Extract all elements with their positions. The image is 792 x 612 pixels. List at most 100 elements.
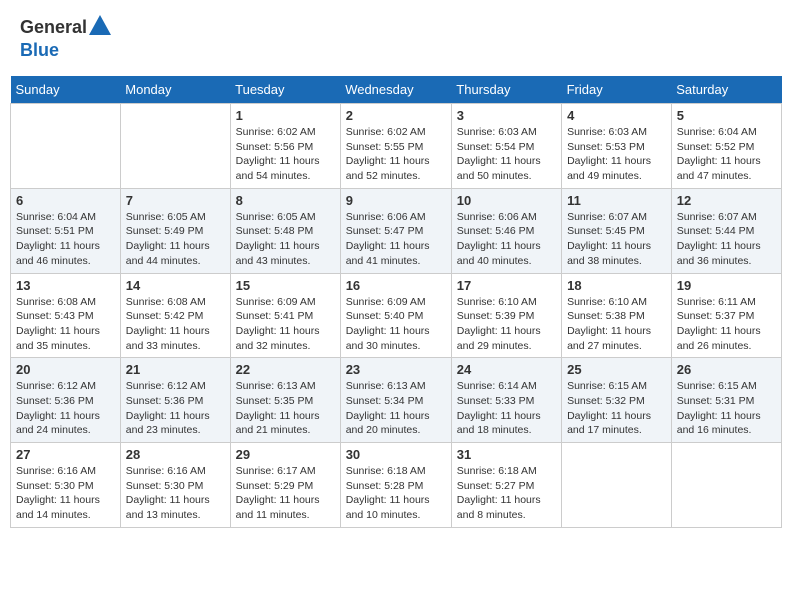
calendar-day-cell: 3Sunrise: 6:03 AM Sunset: 5:54 PM Daylig…: [451, 104, 561, 189]
calendar-day-cell: 18 Sunrise: 6:10 AM Sunset: 5:38 PM Dayli…: [562, 273, 672, 358]
day-info: Sunrise: 6:07 AM Sunset: 5:44 PM Dayligh…: [677, 210, 776, 269]
calendar-day-cell: 12 Sunrise: 6:07 AM Sunset: 5:44 PM Dayli…: [671, 188, 781, 273]
day-info: Sunrise: 6:08 AM Sunset: 5:42 PM Dayligh…: [126, 295, 225, 354]
calendar-day-cell: 10Sunrise: 6:06 AM Sunset: 5:46 PM Dayli…: [451, 188, 561, 273]
calendar-week-row: 6Sunrise: 6:04 AM Sunset: 5:51 PM Daylig…: [11, 188, 782, 273]
header-day-wednesday: Wednesday: [340, 76, 451, 104]
logo-blue-text: Blue: [20, 40, 59, 60]
logo-bird-icon: [89, 15, 111, 35]
day-info: Sunrise: 6:04 AM Sunset: 5:52 PM Dayligh…: [677, 125, 776, 184]
calendar-header-row: SundayMondayTuesdayWednesdayThursdayFrid…: [11, 76, 782, 104]
logo: General Blue: [20, 15, 111, 61]
day-number: 13: [16, 278, 115, 293]
day-info: Sunrise: 6:02 AM Sunset: 5:56 PM Dayligh…: [236, 125, 335, 184]
day-info: Sunrise: 6:12 AM Sunset: 5:36 PM Dayligh…: [126, 379, 225, 438]
calendar-day-cell: 17Sunrise: 6:10 AM Sunset: 5:39 PM Dayli…: [451, 273, 561, 358]
day-info: Sunrise: 6:03 AM Sunset: 5:53 PM Dayligh…: [567, 125, 666, 184]
day-info: Sunrise: 6:13 AM Sunset: 5:34 PM Dayligh…: [346, 379, 446, 438]
day-number: 19: [677, 278, 776, 293]
day-number: 24: [457, 362, 556, 377]
day-info: Sunrise: 6:11 AM Sunset: 5:37 PM Dayligh…: [677, 295, 776, 354]
day-info: Sunrise: 6:15 AM Sunset: 5:31 PM Dayligh…: [677, 379, 776, 438]
day-number: 5: [677, 108, 776, 123]
day-number: 9: [346, 193, 446, 208]
calendar-day-cell: 11 Sunrise: 6:07 AM Sunset: 5:45 PM Dayli…: [562, 188, 672, 273]
day-number: 18: [567, 278, 666, 293]
calendar-day-cell: 16Sunrise: 6:09 AM Sunset: 5:40 PM Dayli…: [340, 273, 451, 358]
calendar-day-cell: 24 Sunrise: 6:14 AM Sunset: 5:33 PM Dayli…: [451, 358, 561, 443]
logo-general-text: General: [20, 17, 87, 38]
day-info: Sunrise: 6:18 AM Sunset: 5:27 PM Dayligh…: [457, 464, 556, 523]
calendar-day-cell: 1 Sunrise: 6:02 AM Sunset: 5:56 PM Daylig…: [230, 104, 340, 189]
day-info: Sunrise: 6:02 AM Sunset: 5:55 PM Dayligh…: [346, 125, 446, 184]
calendar-day-cell: 29Sunrise: 6:17 AM Sunset: 5:29 PM Dayli…: [230, 443, 340, 528]
calendar-day-cell: 25 Sunrise: 6:15 AM Sunset: 5:32 PM Dayli…: [562, 358, 672, 443]
calendar-week-row: 1 Sunrise: 6:02 AM Sunset: 5:56 PM Daylig…: [11, 104, 782, 189]
calendar-day-cell: 31 Sunrise: 6:18 AM Sunset: 5:27 PM Dayli…: [451, 443, 561, 528]
day-number: 6: [16, 193, 115, 208]
day-number: 11: [567, 193, 666, 208]
day-number: 30: [346, 447, 446, 462]
day-info: Sunrise: 6:13 AM Sunset: 5:35 PM Dayligh…: [236, 379, 335, 438]
calendar-day-cell: 5 Sunrise: 6:04 AM Sunset: 5:52 PM Daylig…: [671, 104, 781, 189]
calendar-week-row: 27 Sunrise: 6:16 AM Sunset: 5:30 PM Dayli…: [11, 443, 782, 528]
header-day-monday: Monday: [120, 76, 230, 104]
day-number: 8: [236, 193, 335, 208]
calendar-week-row: 20 Sunrise: 6:12 AM Sunset: 5:36 PM Dayli…: [11, 358, 782, 443]
calendar-day-cell: 23 Sunrise: 6:13 AM Sunset: 5:34 PM Dayli…: [340, 358, 451, 443]
day-info: Sunrise: 6:12 AM Sunset: 5:36 PM Dayligh…: [16, 379, 115, 438]
day-info: Sunrise: 6:17 AM Sunset: 5:29 PM Dayligh…: [236, 464, 335, 523]
day-number: 10: [457, 193, 556, 208]
calendar-day-cell: 21 Sunrise: 6:12 AM Sunset: 5:36 PM Dayli…: [120, 358, 230, 443]
day-number: 12: [677, 193, 776, 208]
calendar-day-cell: 13 Sunrise: 6:08 AM Sunset: 5:43 PM Dayli…: [11, 273, 121, 358]
calendar-day-cell: 15Sunrise: 6:09 AM Sunset: 5:41 PM Dayli…: [230, 273, 340, 358]
day-number: 17: [457, 278, 556, 293]
day-info: Sunrise: 6:10 AM Sunset: 5:38 PM Dayligh…: [567, 295, 666, 354]
day-number: 15: [236, 278, 335, 293]
calendar-day-cell: 9 Sunrise: 6:06 AM Sunset: 5:47 PM Daylig…: [340, 188, 451, 273]
calendar-day-cell: [562, 443, 672, 528]
day-info: Sunrise: 6:18 AM Sunset: 5:28 PM Dayligh…: [346, 464, 446, 523]
calendar-day-cell: 26 Sunrise: 6:15 AM Sunset: 5:31 PM Dayli…: [671, 358, 781, 443]
day-number: 4: [567, 108, 666, 123]
day-info: Sunrise: 6:14 AM Sunset: 5:33 PM Dayligh…: [457, 379, 556, 438]
calendar-day-cell: 8 Sunrise: 6:05 AM Sunset: 5:48 PM Daylig…: [230, 188, 340, 273]
day-info: Sunrise: 6:16 AM Sunset: 5:30 PM Dayligh…: [126, 464, 225, 523]
day-number: 26: [677, 362, 776, 377]
day-number: 20: [16, 362, 115, 377]
day-number: 25: [567, 362, 666, 377]
day-number: 23: [346, 362, 446, 377]
calendar-day-cell: 20 Sunrise: 6:12 AM Sunset: 5:36 PM Dayli…: [11, 358, 121, 443]
day-number: 16: [346, 278, 446, 293]
header-day-tuesday: Tuesday: [230, 76, 340, 104]
calendar-day-cell: 28 Sunrise: 6:16 AM Sunset: 5:30 PM Dayli…: [120, 443, 230, 528]
header-day-thursday: Thursday: [451, 76, 561, 104]
day-number: 1: [236, 108, 335, 123]
day-info: Sunrise: 6:06 AM Sunset: 5:47 PM Dayligh…: [346, 210, 446, 269]
calendar-day-cell: 4 Sunrise: 6:03 AM Sunset: 5:53 PM Daylig…: [562, 104, 672, 189]
calendar-day-cell: 22 Sunrise: 6:13 AM Sunset: 5:35 PM Dayli…: [230, 358, 340, 443]
day-info: Sunrise: 6:07 AM Sunset: 5:45 PM Dayligh…: [567, 210, 666, 269]
header-day-friday: Friday: [562, 76, 672, 104]
day-number: 28: [126, 447, 225, 462]
day-info: Sunrise: 6:16 AM Sunset: 5:30 PM Dayligh…: [16, 464, 115, 523]
day-number: 31: [457, 447, 556, 462]
calendar-table: SundayMondayTuesdayWednesdayThursdayFrid…: [10, 76, 782, 528]
calendar-week-row: 13 Sunrise: 6:08 AM Sunset: 5:43 PM Dayli…: [11, 273, 782, 358]
page-header: General Blue: [10, 10, 782, 66]
day-info: Sunrise: 6:05 AM Sunset: 5:49 PM Dayligh…: [126, 210, 225, 269]
day-number: 3: [457, 108, 556, 123]
calendar-day-cell: 14Sunrise: 6:08 AM Sunset: 5:42 PM Dayli…: [120, 273, 230, 358]
calendar-day-cell: 19 Sunrise: 6:11 AM Sunset: 5:37 PM Dayli…: [671, 273, 781, 358]
day-info: Sunrise: 6:05 AM Sunset: 5:48 PM Dayligh…: [236, 210, 335, 269]
day-number: 21: [126, 362, 225, 377]
calendar-day-cell: 27 Sunrise: 6:16 AM Sunset: 5:30 PM Dayli…: [11, 443, 121, 528]
day-info: Sunrise: 6:08 AM Sunset: 5:43 PM Dayligh…: [16, 295, 115, 354]
day-number: 22: [236, 362, 335, 377]
day-number: 27: [16, 447, 115, 462]
header-day-sunday: Sunday: [11, 76, 121, 104]
header-day-saturday: Saturday: [671, 76, 781, 104]
day-info: Sunrise: 6:15 AM Sunset: 5:32 PM Dayligh…: [567, 379, 666, 438]
calendar-day-cell: 7Sunrise: 6:05 AM Sunset: 5:49 PM Daylig…: [120, 188, 230, 273]
